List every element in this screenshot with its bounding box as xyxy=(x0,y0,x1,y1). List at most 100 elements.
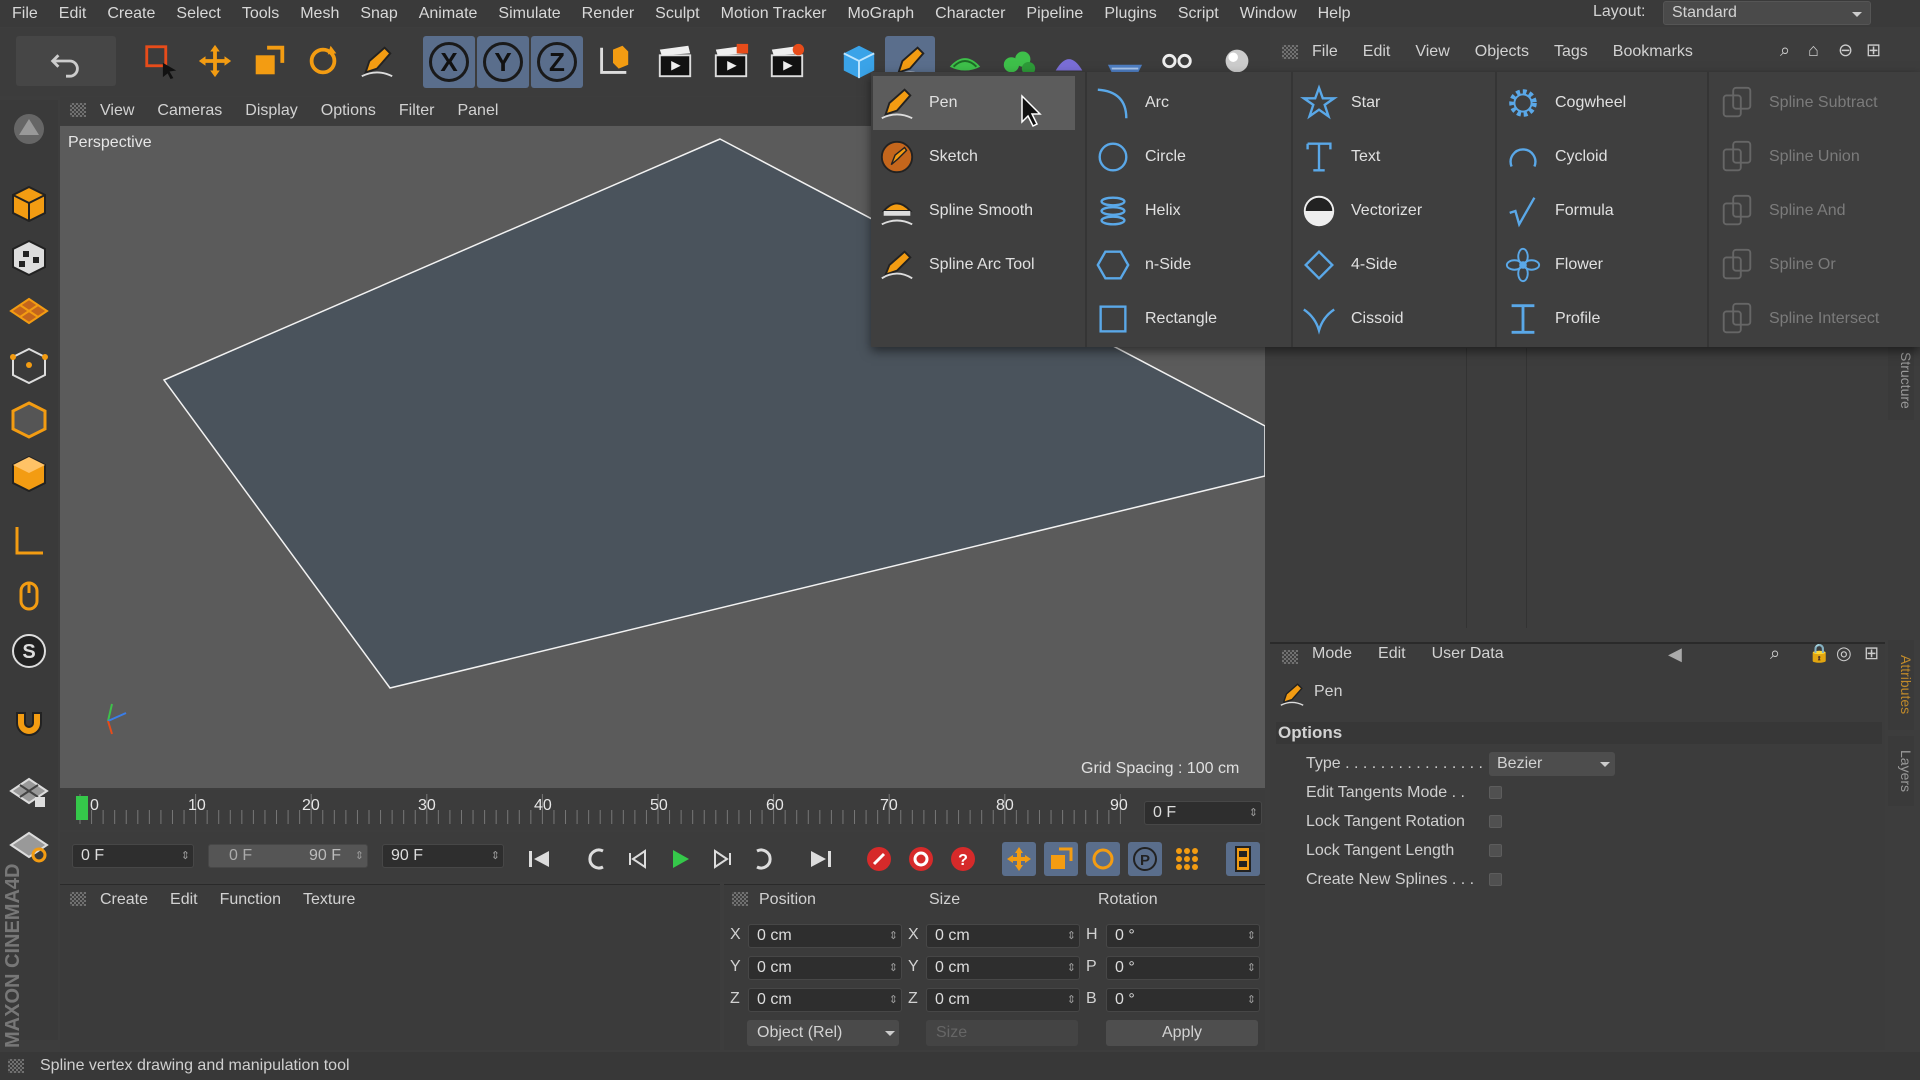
lock-tangent-rotation-checkbox[interactable] xyxy=(1489,815,1502,828)
make-editable-button[interactable] xyxy=(4,104,54,154)
workplane-rotate-button[interactable] xyxy=(4,820,54,870)
key-parameter-button[interactable]: P xyxy=(1128,842,1162,876)
menu-item-spline-arc-tool[interactable]: Spline Arc Tool xyxy=(873,238,1075,292)
key-position-button[interactable] xyxy=(1002,842,1036,876)
menu-item-rectangle[interactable]: Rectangle xyxy=(1089,292,1285,346)
menu-help[interactable]: Help xyxy=(1318,5,1351,23)
keyframe-selection-button[interactable]: ? xyxy=(946,842,980,876)
render-to-picture-viewer-button[interactable] xyxy=(706,36,756,86)
material-menu-function[interactable]: Function xyxy=(220,891,281,909)
coordinate-system-button[interactable] xyxy=(588,36,638,86)
object-search-icon[interactable]: ⌕ xyxy=(1780,40,1790,61)
viewport-menu-filter[interactable]: Filter xyxy=(399,102,435,120)
menu-pipeline[interactable]: Pipeline xyxy=(1026,5,1083,23)
menu-mesh[interactable]: Mesh xyxy=(300,5,339,23)
undo-button[interactable] xyxy=(16,36,116,86)
x-axis-lock-button[interactable]: X xyxy=(423,36,475,88)
menu-item-arc[interactable]: Arc xyxy=(1089,76,1285,130)
menu-mograph[interactable]: MoGraph xyxy=(847,5,914,23)
magnet-snap-button[interactable] xyxy=(4,698,54,748)
viewport-menu-options[interactable]: Options xyxy=(321,102,376,120)
lock-icon[interactable]: 🔒 xyxy=(1808,643,1830,664)
viewport-menu-cameras[interactable]: Cameras xyxy=(157,102,222,120)
menu-item-star[interactable]: Star xyxy=(1295,76,1491,130)
next-key-button[interactable] xyxy=(746,842,780,876)
move-tool-button[interactable] xyxy=(190,36,240,86)
tweak-mode-button[interactable] xyxy=(4,570,54,620)
menu-item-cissoid[interactable]: Cissoid xyxy=(1295,292,1491,346)
render-view-button[interactable] xyxy=(650,36,700,86)
menu-edit[interactable]: Edit xyxy=(59,5,87,23)
texture-mode-button[interactable] xyxy=(4,232,54,282)
previous-frame-button[interactable] xyxy=(622,842,656,876)
next-frame-button[interactable] xyxy=(704,842,738,876)
play-button[interactable] xyxy=(662,842,696,876)
attribute-menu-user-data[interactable]: User Data xyxy=(1432,645,1504,663)
timeline-playhead[interactable] xyxy=(76,796,88,820)
menu-snap[interactable]: Snap xyxy=(360,5,397,23)
coordinate-mode-select[interactable]: Object (Rel) xyxy=(747,1020,899,1046)
scale-tool-button[interactable] xyxy=(244,36,294,86)
menu-item-text[interactable]: Text xyxy=(1295,130,1491,184)
viewport-menu-display[interactable]: Display xyxy=(245,102,297,120)
position-z-field[interactable]: 0 cm xyxy=(748,988,902,1012)
menu-item-4-side[interactable]: 4-Side xyxy=(1295,238,1491,292)
target-icon[interactable]: ◎ xyxy=(1836,643,1852,664)
snap-toggle-button[interactable]: S xyxy=(4,626,54,676)
menu-window[interactable]: Window xyxy=(1240,5,1297,23)
layers-tab[interactable]: Layers xyxy=(1888,736,1914,806)
axis-mode-button[interactable] xyxy=(4,516,54,566)
rotation-b-field[interactable]: 0 ° xyxy=(1106,988,1260,1012)
size-y-field[interactable]: 0 cm xyxy=(926,956,1080,980)
menu-plugins[interactable]: Plugins xyxy=(1104,5,1156,23)
menu-sculpt[interactable]: Sculpt xyxy=(655,5,699,23)
model-mode-button[interactable] xyxy=(4,178,54,228)
menu-item-spline-or[interactable]: Spline Or xyxy=(1713,238,1919,292)
menu-file[interactable]: File xyxy=(12,5,38,23)
menu-script[interactable]: Script xyxy=(1178,5,1219,23)
key-rotation-button[interactable] xyxy=(1086,842,1120,876)
attribute-search-icon[interactable]: ⌕ xyxy=(1770,643,1780,664)
attribute-menu-mode[interactable]: Mode xyxy=(1312,645,1352,663)
material-menu-texture[interactable]: Texture xyxy=(303,891,355,909)
menu-character[interactable]: Character xyxy=(935,5,1005,23)
menu-item-helix[interactable]: Helix xyxy=(1089,184,1285,238)
object-menu-objects[interactable]: Objects xyxy=(1475,43,1529,61)
start-frame-field[interactable]: 0 F xyxy=(72,844,194,868)
apply-button[interactable]: Apply xyxy=(1106,1020,1258,1046)
edges-mode-button[interactable] xyxy=(4,394,54,444)
lock-tangent-length-checkbox[interactable] xyxy=(1489,844,1502,857)
points-mode-button[interactable] xyxy=(4,340,54,390)
edit-tangents-mode-checkbox[interactable] xyxy=(1489,786,1502,799)
attributes-tab[interactable]: Attributes xyxy=(1888,640,1914,730)
menu-item-pen[interactable]: Pen xyxy=(873,76,1075,130)
menu-animate[interactable]: Animate xyxy=(419,5,478,23)
menu-item-formula[interactable]: Formula xyxy=(1499,184,1695,238)
menu-item-profile[interactable]: Profile xyxy=(1499,292,1695,346)
object-maximize-icon[interactable]: ⊞ xyxy=(1866,40,1881,61)
viewport-menu-panel[interactable]: Panel xyxy=(457,102,498,120)
create-new-splines-checkbox[interactable] xyxy=(1489,873,1502,886)
preview-range-slider[interactable]: 0 F 90 F xyxy=(208,844,368,868)
end-frame-field[interactable]: 90 F xyxy=(382,844,504,868)
y-axis-lock-button[interactable]: Y xyxy=(477,36,529,88)
render-settings-button[interactable] xyxy=(762,36,812,86)
position-x-field[interactable]: 0 cm xyxy=(748,924,902,948)
current-frame-field[interactable]: 0 F xyxy=(1144,801,1262,825)
attribute-menu-edit[interactable]: Edit xyxy=(1378,645,1406,663)
material-menu-create[interactable]: Create xyxy=(100,891,148,909)
menu-render[interactable]: Render xyxy=(582,5,634,23)
key-point-level-button[interactable] xyxy=(1170,842,1204,876)
object-menu-view[interactable]: View xyxy=(1415,43,1449,61)
workplane-lock-button[interactable] xyxy=(4,766,54,816)
object-menu-edit[interactable]: Edit xyxy=(1363,43,1391,61)
rotation-p-field[interactable]: 0 ° xyxy=(1106,956,1260,980)
menu-item-vectorizer[interactable]: Vectorizer xyxy=(1295,184,1491,238)
rotate-tool-button[interactable] xyxy=(298,36,348,86)
workplane-mode-button[interactable] xyxy=(4,286,54,336)
timeline-window-button[interactable] xyxy=(1226,842,1260,876)
record-active-objects-button[interactable] xyxy=(862,842,896,876)
menu-item-n-side[interactable]: n-Side xyxy=(1089,238,1285,292)
new-window-icon[interactable]: ⊞ xyxy=(1864,643,1879,664)
polygons-mode-button[interactable] xyxy=(4,448,54,498)
